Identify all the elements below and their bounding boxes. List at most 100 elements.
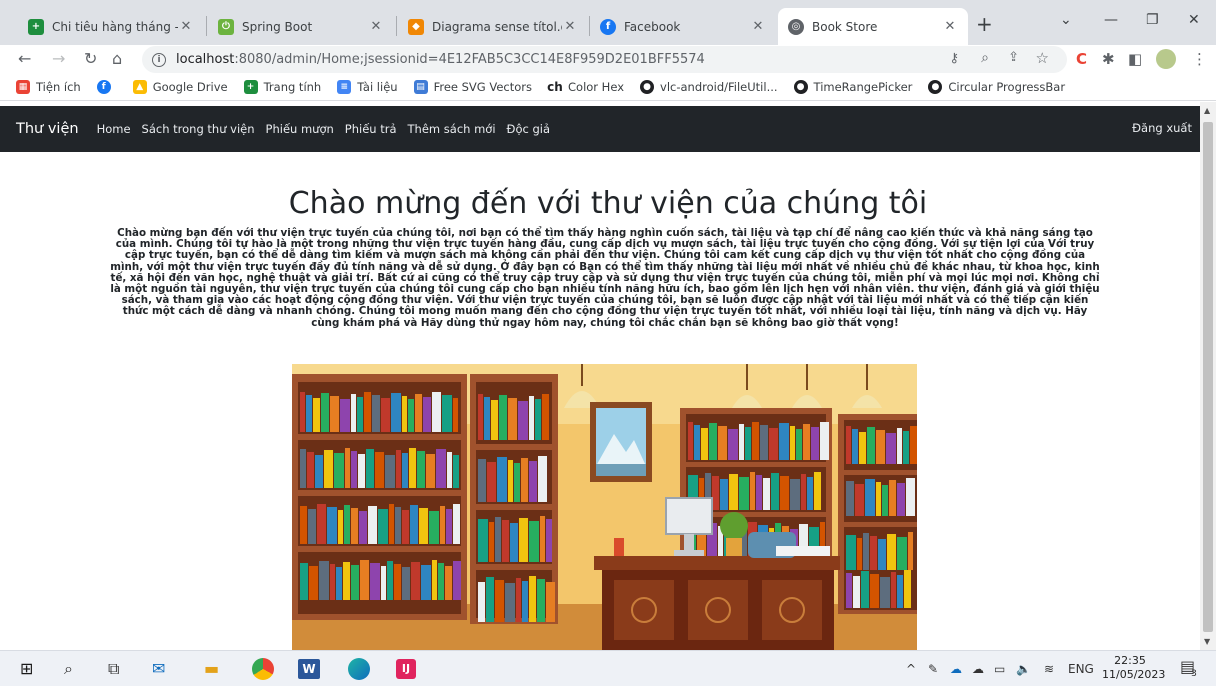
side-panel-icon[interactable]: ◧ (1128, 50, 1142, 68)
nav-books[interactable]: Sách trong thư viện (142, 122, 255, 136)
book-spine (391, 393, 401, 432)
book-spine (495, 517, 501, 562)
scrollbar-thumb[interactable] (1203, 122, 1213, 632)
zoom-icon[interactable]: ⌕ (981, 50, 989, 66)
bookmark-google-drive[interactable]: ▲ Google Drive (132, 80, 228, 94)
bookmark-trang-tinh[interactable]: + Trang tính (243, 80, 321, 94)
close-icon[interactable]: ✕ (178, 19, 194, 34)
intellij-icon[interactable]: IJ (396, 659, 416, 679)
nav-home[interactable]: Home (97, 122, 131, 136)
restore-icon[interactable]: ❐ (1146, 12, 1159, 28)
book-spine (495, 580, 504, 622)
book-spine (870, 536, 877, 570)
scroll-down-icon[interactable]: ▼ (1204, 637, 1210, 646)
volume-icon[interactable]: 🔈 (1016, 662, 1031, 676)
book-spine (516, 578, 521, 622)
search-icon[interactable]: ⌕ (64, 659, 73, 679)
tab-drawio[interactable]: ◆ Diagrama sense títol.draw ✕ (398, 8, 588, 45)
close-icon[interactable]: ✕ (750, 19, 766, 34)
bookmark-timerangepicker[interactable]: ● TimeRangePicker (793, 80, 912, 94)
notification-icon[interactable]: ▤3 (1180, 657, 1201, 679)
nav-borrow-slips[interactable]: Phiếu mượn (266, 122, 334, 136)
book-spine (908, 532, 913, 570)
bookmark-tien-ich[interactable]: ▦ Tiện ích (16, 80, 81, 94)
forward-icon[interactable]: → (52, 50, 65, 68)
bookmark-facebook[interactable]: f (96, 80, 117, 94)
windows-start-icon[interactable]: ⊞ (20, 659, 33, 679)
site-info-icon[interactable]: i (152, 52, 166, 67)
close-icon[interactable]: ✕ (368, 19, 384, 34)
back-icon[interactable]: ← (18, 50, 31, 68)
extension-c-icon[interactable]: C (1076, 50, 1087, 68)
task-view-icon[interactable]: ⧉ (108, 659, 119, 679)
book-spine (423, 397, 431, 432)
bookmark-vlc-android[interactable]: ● vlc-android/FileUtil... (640, 80, 778, 94)
bookmark-tai-lieu[interactable]: ≡ Tài liệu (337, 80, 398, 94)
book-spine (340, 399, 350, 432)
battery-icon[interactable]: ▭ (994, 662, 1005, 676)
book-spine (486, 577, 494, 622)
book-spine (709, 423, 717, 460)
close-icon[interactable]: ✕ (942, 19, 958, 34)
tab-facebook[interactable]: f Facebook ✕ (590, 8, 776, 45)
book-spine (426, 454, 435, 488)
logout-link[interactable]: Đăng xuất (1132, 121, 1192, 135)
bookmark-color-hex[interactable]: ch Color Hex (547, 80, 624, 94)
reload-icon[interactable]: ↻ (84, 50, 97, 68)
close-window-icon[interactable]: ✕ (1188, 12, 1200, 28)
edge-icon[interactable] (348, 658, 370, 680)
tab-book-store[interactable]: ◎ Book Store ✕ (778, 8, 968, 45)
book-spine (300, 563, 308, 600)
book-spine (300, 392, 305, 432)
book-spine (769, 428, 778, 460)
book-spine (853, 576, 860, 608)
file-explorer-icon[interactable]: ▬ (204, 659, 219, 679)
language-indicator[interactable]: ENG (1068, 662, 1094, 676)
bookmark-free-svg[interactable]: ▤ Free SVG Vectors (413, 80, 532, 94)
show-hidden-icons-icon[interactable]: ^ (906, 662, 916, 676)
drive-icon: ▲ (132, 80, 147, 94)
book-spine (306, 395, 312, 432)
address-bar[interactable]: i localhost:8080/admin/Home;jsessionid=4… (142, 46, 1067, 73)
avatar[interactable] (1156, 49, 1176, 69)
nav-readers[interactable]: Độc giả (507, 122, 550, 136)
book-spine (409, 448, 416, 488)
minimize-icon[interactable]: — (1104, 12, 1118, 28)
book-spine (351, 508, 358, 544)
home-icon[interactable]: ⌂ (112, 50, 122, 68)
nav-add-book[interactable]: Thêm sách mới (408, 122, 496, 136)
book-spine (351, 565, 359, 600)
book-spine (876, 482, 881, 516)
book-spine (395, 507, 401, 544)
close-icon[interactable]: ✕ (562, 19, 578, 34)
mountain-painting (590, 402, 652, 482)
book-spine (415, 394, 422, 432)
navbar-brand[interactable]: Thư viện (16, 121, 79, 137)
onedrive-icon[interactable]: ☁ (950, 662, 962, 676)
word-icon[interactable]: W (298, 659, 320, 679)
new-tab-icon[interactable]: + (976, 14, 993, 34)
key-icon[interactable]: ⚷ (949, 51, 959, 66)
chevron-down-icon[interactable]: ⌄ (1060, 12, 1072, 28)
menu-icon[interactable]: ⋮ (1192, 50, 1207, 68)
book-spine (389, 504, 394, 544)
bookmark-circular-progressbar[interactable]: ● Circular ProgressBar (928, 80, 1065, 94)
book-spine (453, 504, 460, 544)
chrome-icon[interactable] (252, 658, 274, 680)
nav-return-slips[interactable]: Phiếu trả (345, 122, 397, 136)
star-icon[interactable]: ☆ (1036, 49, 1049, 67)
book-spine (886, 433, 896, 464)
tab-spring-boot[interactable]: ⏻ Spring Boot ✕ (208, 8, 394, 45)
mail-icon[interactable]: ✉ (152, 659, 165, 679)
tab-chi-tieu[interactable]: + Chi tiêu hàng tháng - Goo ✕ (18, 8, 204, 45)
book-spine (387, 561, 393, 600)
system-clock[interactable]: 22:35 11/05/2023 (1102, 654, 1165, 682)
pen-icon[interactable]: ✎ (928, 662, 938, 676)
github-icon: ● (928, 80, 943, 94)
puzzle-icon[interactable]: ✱ (1102, 50, 1115, 68)
share-icon[interactable]: ⇪ (1008, 50, 1019, 65)
wifi-icon[interactable]: ≋ (1044, 662, 1054, 676)
page-scrollbar[interactable]: ▲ ▼ (1200, 102, 1216, 650)
cloud-icon[interactable]: ☁ (972, 662, 984, 676)
scroll-up-icon[interactable]: ▲ (1204, 106, 1210, 115)
